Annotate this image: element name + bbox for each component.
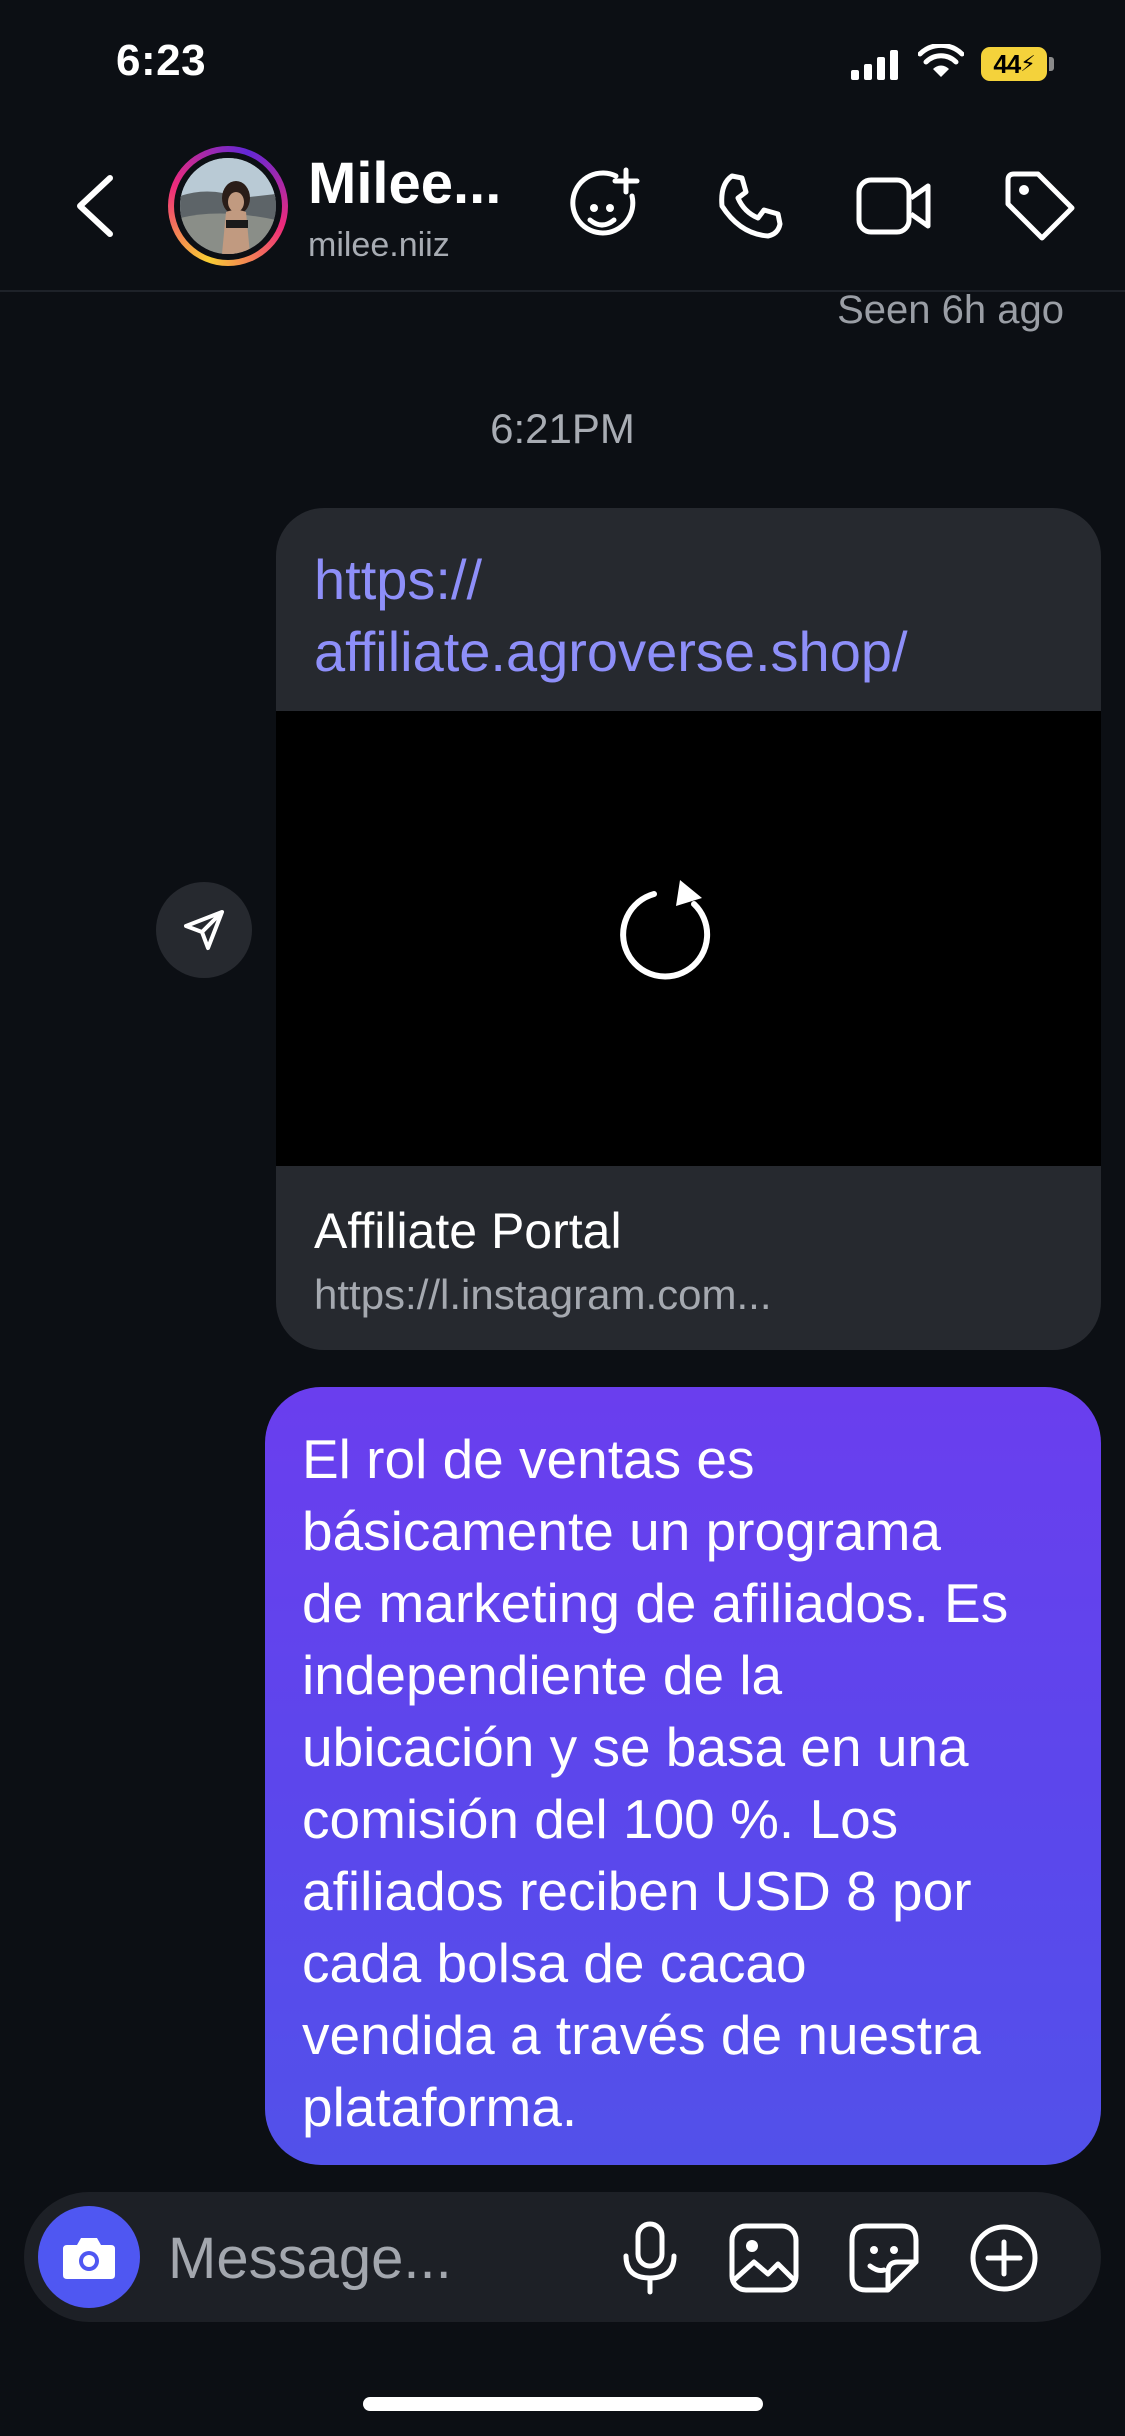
avatar[interactable] xyxy=(180,158,276,254)
tag-icon[interactable] xyxy=(1002,170,1076,242)
sticker-icon[interactable] xyxy=(848,2222,920,2294)
battery-nub xyxy=(1049,57,1054,71)
add-icon[interactable] xyxy=(968,2222,1040,2294)
outgoing-message-bubble[interactable]: El rol de ventas es básicamente un progr… xyxy=(265,1387,1101,2165)
battery-level: 44 xyxy=(993,48,1021,79)
link-preview-card[interactable]: Affiliate Portal https://l.instagram.com… xyxy=(276,1166,1101,1350)
link-url[interactable]: https:// affiliate.agroverse.shop/ xyxy=(314,544,1063,688)
cellular-signal-icon xyxy=(851,50,901,80)
message-input[interactable] xyxy=(168,2218,588,2298)
battery-icon: 44 ⚡ xyxy=(981,47,1047,81)
link-url-text: https:// affiliate.agroverse.shop/ xyxy=(314,548,908,683)
reload-icon[interactable] xyxy=(614,876,724,986)
contact-handle[interactable]: milee.niiz xyxy=(308,226,450,265)
link-preview-url: https://l.instagram.com... xyxy=(314,1271,772,1318)
seen-status: Seen 6h ago xyxy=(837,288,1064,332)
gallery-icon[interactable] xyxy=(728,2222,800,2294)
microphone-icon[interactable] xyxy=(620,2220,680,2296)
charging-bolt-icon: ⚡ xyxy=(1020,51,1035,76)
link-preview-title: Affiliate Portal xyxy=(314,1203,622,1259)
add-effect-icon[interactable] xyxy=(566,166,642,242)
video-icon[interactable] xyxy=(856,174,932,238)
wifi-icon xyxy=(918,44,964,80)
camera-icon xyxy=(63,2238,115,2279)
share-button[interactable] xyxy=(156,882,252,978)
camera-button[interactable] xyxy=(38,2206,140,2308)
back-icon[interactable] xyxy=(72,172,116,240)
link-message[interactable]: https:// affiliate.agroverse.shop/ xyxy=(276,508,1101,711)
outgoing-message-text: El rol de ventas es básicamente un progr… xyxy=(302,1428,1009,2138)
phone-icon[interactable] xyxy=(714,170,786,242)
send-icon xyxy=(184,910,224,950)
status-time: 6:23 xyxy=(116,36,207,85)
contact-name[interactable]: Milee... xyxy=(308,150,501,217)
home-indicator xyxy=(363,2397,763,2411)
message-timestamp: 6:21PM xyxy=(490,405,635,452)
link-preview-image[interactable] xyxy=(276,711,1101,1166)
